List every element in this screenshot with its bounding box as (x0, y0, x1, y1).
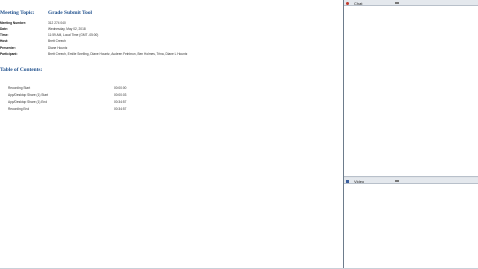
toc-item-time: 00:00:00 (114, 85, 127, 90)
meeting-topic-value: Grade Submit Tool (48, 10, 93, 16)
toc-item-recording-start[interactable]: Recording Start 00:00:00 (8, 85, 138, 92)
video-area (344, 185, 478, 269)
toc-item-name[interactable]: Recording End (8, 106, 29, 113)
toc-item-share-end[interactable]: App/Desktop Share (1) End 00:34:57 (8, 99, 138, 106)
recording-info-pane: Meeting Topic: Grade Submit Tool Meeting… (0, 0, 344, 269)
chat-panel-title: Chat (354, 0, 363, 6)
video-icon (346, 179, 349, 183)
meeting-topic-label: Meeting Topic: (0, 10, 35, 16)
toc-item-name[interactable]: App/Desktop Share (1) Start (8, 92, 48, 99)
toc-item-name[interactable]: Recording Start (8, 85, 30, 92)
toc-item-time: 00:34:57 (114, 99, 127, 104)
toc-item-share-start[interactable]: App/Desktop Share (1) Start 00:00:03 (8, 92, 138, 99)
video-panel-title: Video (354, 178, 365, 184)
drag-handle-icon[interactable] (395, 180, 399, 182)
info-label: Participant: (0, 51, 18, 56)
info-value: Brett Creech, Emilie Snelling, Diane Hou… (48, 51, 188, 56)
toc-title: Table of Contents: (0, 67, 43, 73)
chat-panel-header[interactable]: Chat (344, 0, 478, 6)
toc-item-name[interactable]: App/Desktop Share (1) End (8, 99, 47, 106)
toc-list: Recording Start 00:00:00 App/Desktop Sha… (8, 85, 138, 114)
chat-icon (346, 1, 349, 5)
video-panel-header[interactable]: Video (344, 178, 478, 184)
toc-item-time: 00:34:57 (114, 107, 127, 112)
drag-handle-icon[interactable] (395, 2, 399, 4)
toc-item-time: 00:00:03 (114, 92, 127, 97)
toc-item-recording-end[interactable]: Recording End 00:34:57 (8, 106, 138, 113)
side-panels: Chat Video (344, 0, 478, 269)
